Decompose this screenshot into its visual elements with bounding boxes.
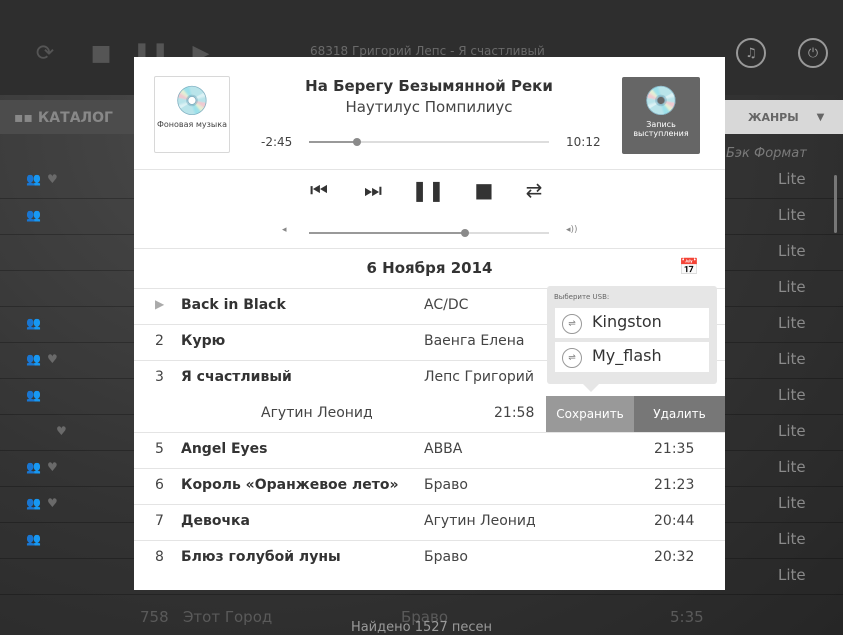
shuffle-icon[interactable]: ⇄ — [521, 177, 547, 203]
stop-button-icon[interactable]: ■ — [471, 177, 497, 203]
player-header: 💿 Фоновая музыка На Берегу Безымянной Ре… — [134, 57, 725, 170]
row-artist: Агутин Леонид — [424, 513, 536, 529]
row-number: 8 — [155, 549, 164, 565]
calendar-icon[interactable]: 📅 — [679, 257, 699, 277]
heart-icon: ♥ — [56, 424, 73, 438]
row-time: 21:58 — [494, 405, 535, 421]
catalog-tab[interactable]: ▪▪ КАТАЛОГ — [14, 110, 113, 126]
usb-icon: ⇌ — [562, 348, 582, 368]
row-artist: Лепс Григорий — [424, 369, 534, 385]
time-remaining: -2:45 — [261, 135, 293, 149]
row-number: 3 — [155, 369, 164, 385]
row-title: Angel Eyes — [181, 441, 268, 457]
record-icon[interactable]: ♫ — [736, 38, 766, 68]
row-title: Я счастливый — [181, 369, 292, 385]
row-artist: Агутин Леонид — [261, 405, 373, 421]
row-artist: AC/DC — [424, 297, 469, 313]
music-disc-icon: 💿 — [174, 84, 210, 117]
playlist-row[interactable]: 5 Angel Eyes ABBA 21:35 — [134, 432, 725, 469]
record-label: Запись выступления — [633, 120, 689, 138]
pause-button-icon[interactable]: ❚❚ — [411, 177, 445, 203]
volume-knob[interactable] — [461, 229, 469, 237]
row-title: Девочка — [181, 513, 251, 529]
background-music-label: Фоновая музыка — [157, 120, 227, 129]
volume-low-icon: ◂ — [282, 225, 287, 235]
column-headers: Бэк Формат — [726, 146, 807, 161]
playlist-row[interactable]: 8 Блюз голубой луны Браво 20:32 — [134, 540, 725, 576]
usb-device-name: Kingston — [592, 312, 662, 331]
usb-popup-header: Выберите USB: — [554, 293, 610, 301]
row-artist: Браво — [424, 549, 468, 565]
row-title: Король «Оранжевое лето» — [181, 477, 399, 493]
playlist-date-bar: 6 Ноября 2014 📅 — [134, 248, 725, 289]
now-playing-title: 68318 Григорий Лепс - Я счастливый — [310, 44, 545, 58]
scrollbar[interactable] — [834, 175, 837, 233]
play-icon: ▶ — [155, 297, 165, 311]
refresh-icon[interactable]: ⟳ — [30, 38, 60, 68]
found-count: Найдено 1527 песен — [350, 620, 493, 635]
duration: 10:12 — [566, 135, 601, 149]
row-artist: ABBA — [424, 441, 463, 457]
playlist-row-expanded[interactable]: Агутин Леонид 21:58 Сохранить Удалить — [134, 396, 725, 433]
row-time: 20:44 — [654, 513, 695, 529]
save-button[interactable]: Сохранить — [546, 396, 634, 432]
transport-controls: ⏮ ⏭ ❚❚ ■ ⇄ — [134, 177, 725, 209]
singers-icon: 👥♥ — [26, 172, 64, 186]
singers-icon: 👥♥ — [26, 460, 64, 474]
singers-icon: 👥♥ — [26, 352, 64, 366]
usb-icon: ⇌ — [562, 314, 582, 334]
row-time: 21:35 — [654, 441, 695, 457]
row-title: Курю — [181, 333, 226, 349]
volume-high-icon: ◂)) — [566, 225, 578, 235]
usb-device-name: My_flash — [592, 346, 662, 365]
singers-icon: 👥 — [26, 388, 47, 402]
record-performance-button[interactable]: 💿 Запись выступления — [622, 77, 700, 154]
singers-icon: 👥 — [26, 208, 47, 222]
row-artist: Браво — [424, 477, 468, 493]
previous-icon[interactable]: ⏮ — [306, 177, 332, 203]
microphone-disc-icon: 💿 — [643, 84, 679, 117]
power-icon[interactable]: ⏻ — [798, 38, 828, 68]
song-artist: Наутилус Помпилиус — [345, 98, 513, 116]
chevron-down-icon: ▼ — [816, 111, 825, 123]
usb-popup: Выберите USB: ⇌ Kingston ⇌ My_flash — [547, 286, 717, 392]
row-title: Блюз голубой луны — [181, 549, 341, 565]
background-music-button[interactable]: 💿 Фоновая музыка — [154, 76, 230, 153]
genres-dropdown[interactable]: ЖАНРЫ ▼ — [720, 100, 843, 134]
usb-device-item[interactable]: ⇌ Kingston — [555, 308, 709, 338]
row-artist: Ваенга Елена — [424, 333, 525, 349]
volume-slider[interactable] — [309, 229, 549, 237]
row-title: Back in Black — [181, 297, 286, 313]
row-number: 2 — [155, 333, 164, 349]
delete-button[interactable]: Удалить — [634, 396, 725, 432]
row-number: 7 — [155, 513, 164, 529]
next-track-icon[interactable]: ⏭ — [360, 177, 386, 203]
player-modal: 💿 Фоновая музыка На Берегу Безымянной Ре… — [134, 57, 725, 590]
playlist-row[interactable]: 6 Король «Оранжевое лето» Браво 21:23 — [134, 468, 725, 505]
row-time: 21:23 — [654, 477, 695, 493]
singers-icon: 👥 — [26, 316, 47, 330]
playlist-date: 6 Ноября 2014 — [366, 259, 493, 277]
playlist-row[interactable]: 7 Девочка Агутин Леонид 20:44 — [134, 504, 725, 541]
popup-pointer — [583, 384, 599, 392]
row-time: 20:32 — [654, 549, 695, 565]
row-number: 5 — [155, 441, 164, 457]
singers-icon: 👥 — [26, 532, 47, 546]
usb-device-item[interactable]: ⇌ My_flash — [555, 342, 709, 372]
stop-icon[interactable]: ■ — [86, 38, 116, 68]
progress-knob[interactable] — [353, 138, 361, 146]
singers-icon: 👥♥ — [26, 496, 64, 510]
row-number: 6 — [155, 477, 164, 493]
song-title: На Берегу Безымянной Реки — [305, 77, 553, 95]
progress-bar[interactable] — [309, 138, 549, 146]
